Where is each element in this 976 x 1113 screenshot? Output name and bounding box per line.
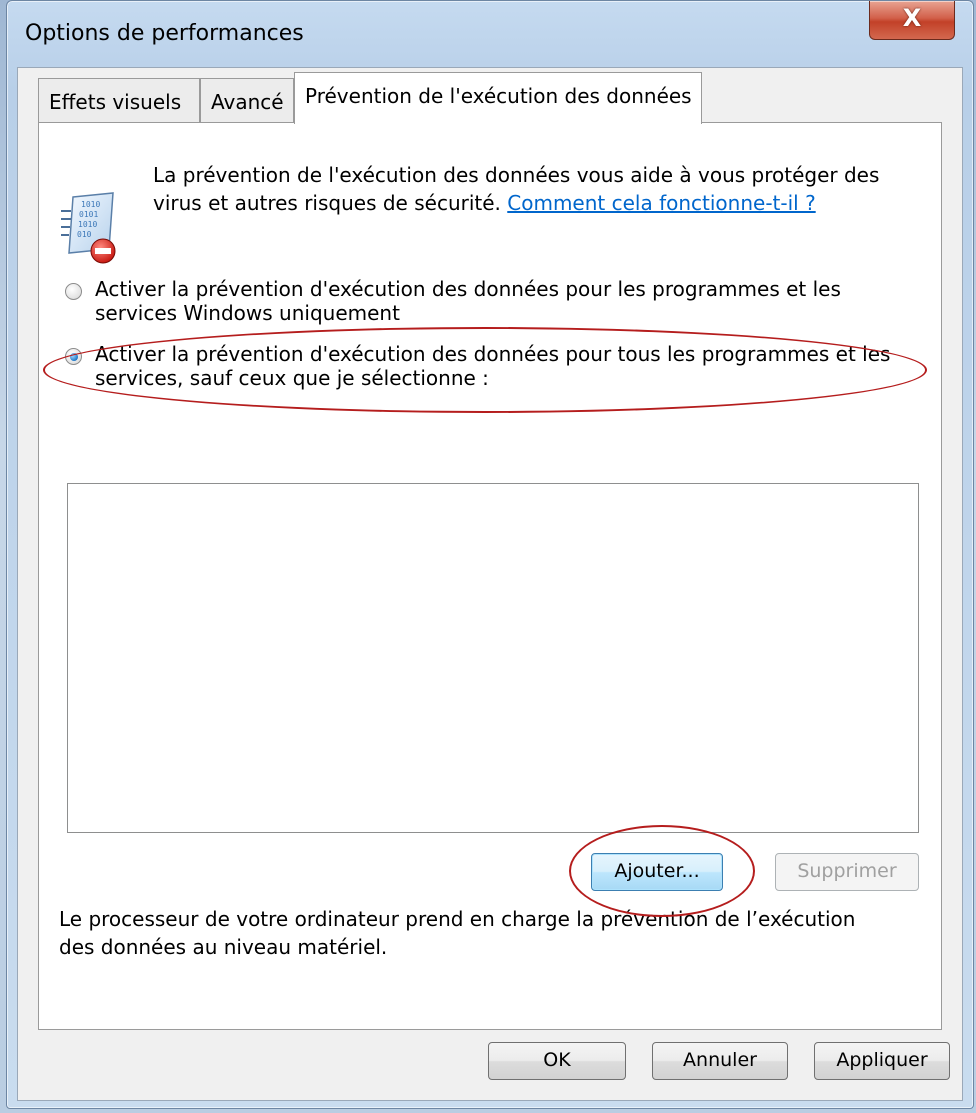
tab-data-execution-prevention[interactable]: Prévention de l'exécution des données (294, 72, 702, 124)
svg-text:1010: 1010 (78, 220, 97, 229)
radio-all-programs-label[interactable]: Activer la prévention d'exécution des do… (95, 342, 915, 390)
svg-text:0101: 0101 (79, 210, 98, 219)
remove-button[interactable]: Supprimer (775, 853, 919, 891)
svg-text:010: 010 (77, 230, 92, 239)
radio-windows-only-label[interactable]: Activer la prévention d'exécution des do… (95, 277, 915, 325)
dialog-client-area: Effets visuels Avancé Prévention de l'ex… (17, 67, 963, 1101)
apply-button[interactable]: Appliquer (814, 1042, 950, 1080)
performance-options-dialog: Options de performances X Effets visuels… (6, 0, 974, 1109)
how-it-works-link[interactable]: Comment cela fonctionne-t-il ? (507, 191, 815, 215)
title-bar: Options de performances X (7, 1, 973, 65)
radio-windows-only[interactable] (65, 283, 82, 300)
radio-all-programs[interactable] (65, 348, 82, 365)
excluded-programs-list[interactable] (67, 483, 919, 833)
tab-visual-effects[interactable]: Effets visuels (38, 78, 200, 124)
hardware-support-note: Le processeur de votre ordinateur prend … (59, 907, 856, 959)
ok-button[interactable]: OK (488, 1042, 626, 1080)
dep-intro: La prévention de l'exécution des données… (153, 161, 933, 217)
close-icon: X (902, 4, 922, 32)
dep-shield-icon: 1010 0101 1010 010 (61, 192, 116, 264)
tab-advanced[interactable]: Avancé (200, 78, 294, 124)
cancel-button[interactable]: Annuler (652, 1042, 788, 1080)
window-title: Options de performances (25, 21, 304, 46)
close-button[interactable]: X (869, 1, 955, 40)
dep-tab-panel: 1010 0101 1010 010 La prévention de l'ex… (38, 122, 942, 1030)
add-button[interactable]: Ajouter... (591, 853, 723, 891)
svg-text:1010: 1010 (81, 200, 100, 209)
